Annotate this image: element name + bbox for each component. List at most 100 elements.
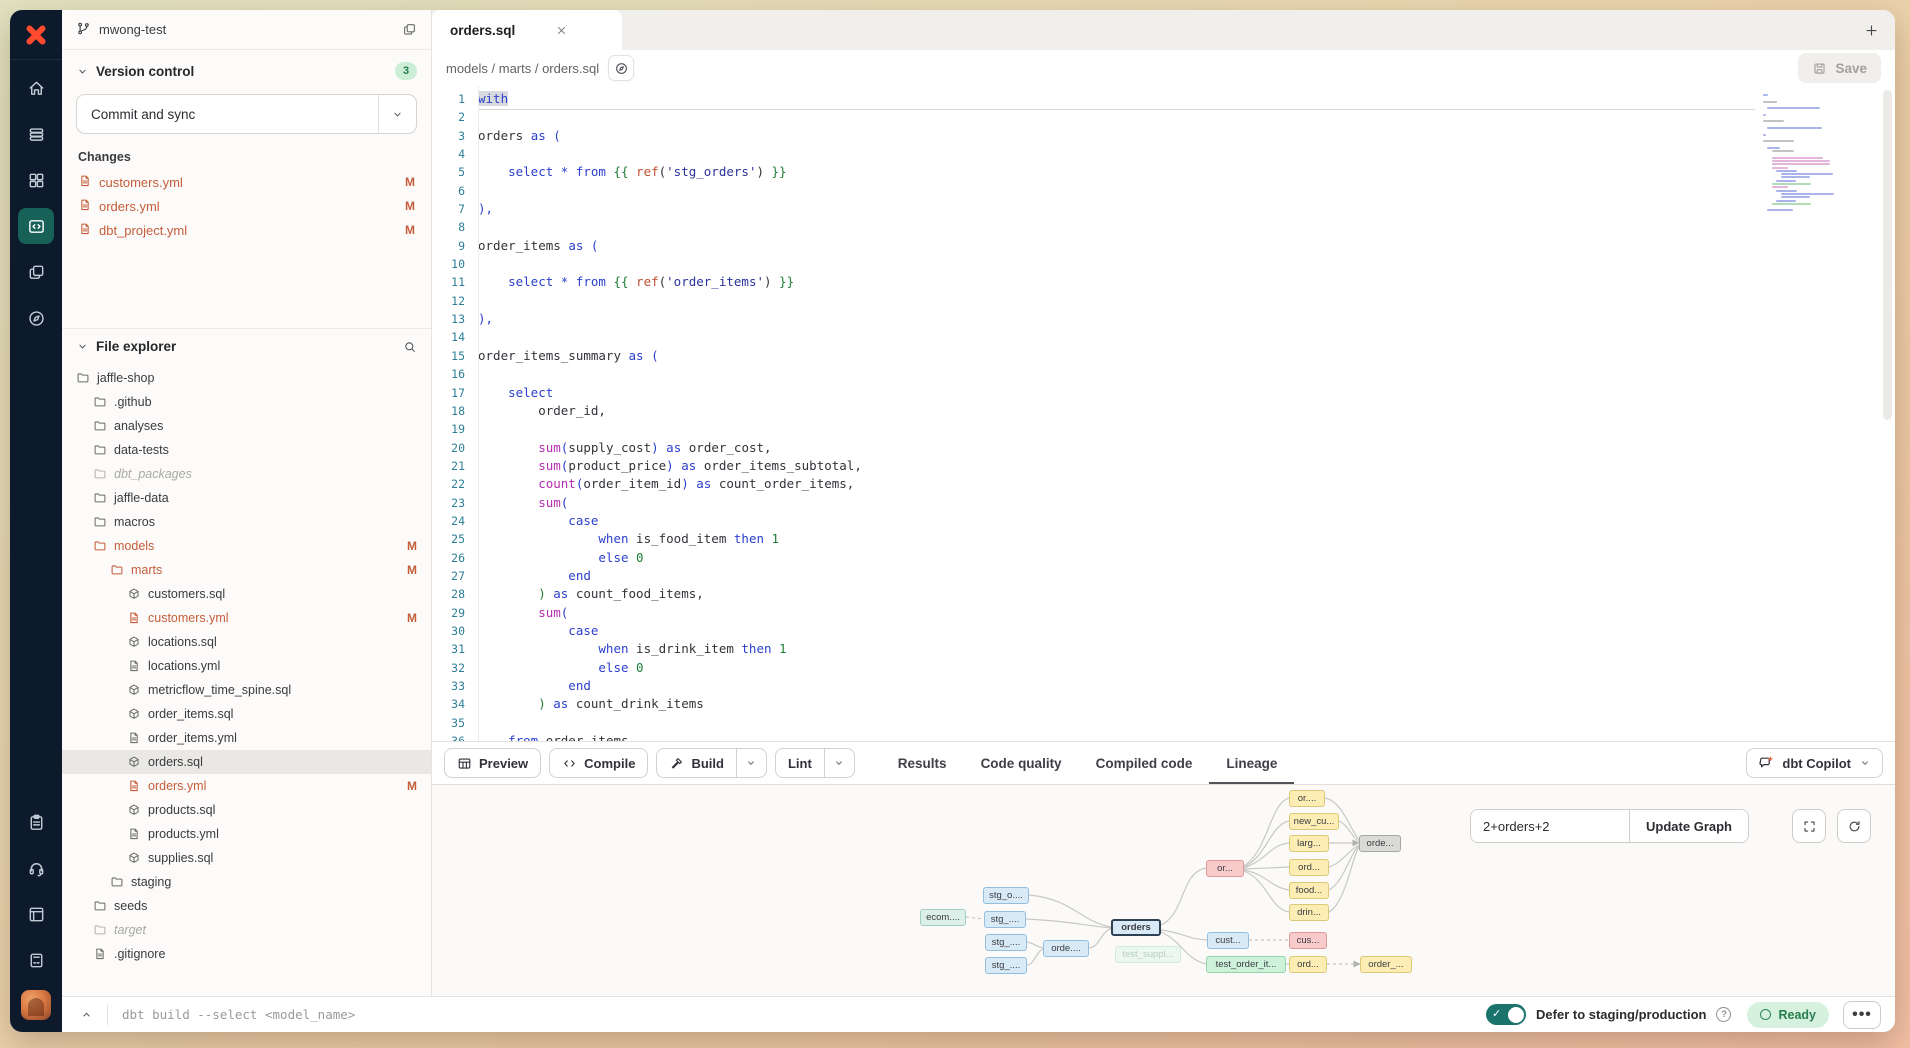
- tab-orders-sql[interactable]: orders.sql: [432, 10, 622, 50]
- lineage-node-orde-[interactable]: orde...: [1359, 835, 1401, 852]
- command-input[interactable]: dbt build --select <model_name>: [122, 1007, 1486, 1022]
- reader-icon[interactable]: [18, 942, 54, 978]
- file-tree-item-macros[interactable]: macros: [62, 510, 431, 534]
- commit-and-sync-select[interactable]: Commit and sync: [76, 94, 417, 134]
- file-tree-item-staging[interactable]: staging: [62, 870, 431, 894]
- new-tab-button[interactable]: [1864, 23, 1879, 38]
- build-button[interactable]: Build: [657, 749, 736, 777]
- file-tree-item-dbt-packages[interactable]: dbt_packages: [62, 462, 431, 486]
- line-number: 13: [432, 310, 478, 328]
- more-options-button[interactable]: •••: [1843, 1001, 1881, 1029]
- file-explorer-header[interactable]: File explorer: [62, 329, 431, 362]
- dbt-copilot-button[interactable]: dbt Copilot: [1746, 748, 1883, 778]
- file-tree-item-analyses[interactable]: analyses: [62, 414, 431, 438]
- lineage-filter-input[interactable]: [1471, 810, 1629, 842]
- lineage-node-ecom-[interactable]: ecom....: [920, 909, 966, 926]
- lineage-node-or-[interactable]: or...: [1206, 860, 1244, 877]
- branch-row[interactable]: mwong-test: [62, 10, 431, 50]
- refresh-graph-button[interactable]: [1837, 809, 1871, 843]
- deploy-stack-icon[interactable]: [18, 116, 54, 152]
- tab-compiled-code[interactable]: Compiled code: [1079, 742, 1210, 785]
- tab-results[interactable]: Results: [881, 742, 964, 785]
- changed-file-row[interactable]: orders.yml M: [62, 194, 431, 218]
- build-button-dropdown[interactable]: [736, 749, 766, 777]
- close-icon[interactable]: [555, 24, 568, 37]
- file-tree-item-locations-yml[interactable]: locations.yml: [62, 654, 431, 678]
- lint-button[interactable]: Lint: [776, 749, 824, 777]
- lint-button-dropdown[interactable]: [824, 749, 854, 777]
- defer-toggle[interactable]: ✓: [1486, 1004, 1526, 1025]
- lineage-node-drin-[interactable]: drin...: [1289, 904, 1329, 921]
- lineage-node-ord-[interactable]: ord...: [1289, 859, 1329, 876]
- commit-dropdown-chevron[interactable]: [378, 95, 416, 133]
- lineage-node-test-suppl-[interactable]: test_suppl...: [1115, 946, 1181, 963]
- lineage-node-stg-o-[interactable]: stg_o....: [983, 887, 1029, 904]
- lineage-node-stg-[interactable]: stg_....: [985, 934, 1027, 951]
- fullscreen-button[interactable]: [1792, 809, 1826, 843]
- file-tree-item-target[interactable]: target: [62, 918, 431, 942]
- file-tree-item--gitignore[interactable]: .gitignore: [62, 942, 431, 966]
- file-tree-item-products-yml[interactable]: products.yml: [62, 822, 431, 846]
- file-tree-item-supplies-sql[interactable]: supplies.sql: [62, 846, 431, 870]
- lineage-node-stg-[interactable]: stg_....: [985, 957, 1027, 974]
- collapse-panel-chevron[interactable]: [80, 1008, 93, 1021]
- code-editor-icon[interactable]: [18, 208, 54, 244]
- code-line: 21 sum(product_price) as order_items_sub…: [432, 457, 1895, 475]
- file-tree-item-metricflow-time-spine-sql[interactable]: metricflow_time_spine.sql: [62, 678, 431, 702]
- file-tree-item-seeds[interactable]: seeds: [62, 894, 431, 918]
- file-tree-item-models[interactable]: modelsM: [62, 534, 431, 558]
- lineage-node-orde-[interactable]: orde....: [1043, 940, 1089, 957]
- lineage-node-orders[interactable]: orders: [1111, 919, 1161, 936]
- lineage-node-cust-[interactable]: cust...: [1207, 932, 1249, 949]
- update-graph-button[interactable]: Update Graph: [1629, 810, 1748, 842]
- apps-grid-icon[interactable]: [18, 162, 54, 198]
- lineage-node-larg-[interactable]: larg...: [1289, 835, 1329, 852]
- file-tree-item-marts[interactable]: martsM: [62, 558, 431, 582]
- tab-code-quality[interactable]: Code quality: [964, 742, 1079, 785]
- file-tree-item-jaffle-shop[interactable]: jaffle-shop: [62, 366, 431, 390]
- lineage-node-cus-[interactable]: cus...: [1289, 932, 1327, 949]
- lineage-node-test-order-it-[interactable]: test_order_it...: [1206, 956, 1286, 973]
- file-tree-item--github[interactable]: .github: [62, 390, 431, 414]
- lineage-node-stg-[interactable]: stg_....: [984, 911, 1026, 928]
- editor-scrollbar[interactable]: [1883, 90, 1892, 420]
- home-icon[interactable]: [18, 70, 54, 106]
- clipboard-icon[interactable]: [18, 804, 54, 840]
- file-tree-item-order-items-yml[interactable]: order_items.yml: [62, 726, 431, 750]
- help-icon[interactable]: ?: [1716, 1007, 1731, 1022]
- lineage-node-new-cu-[interactable]: new_cu...: [1289, 813, 1339, 830]
- lineage-node-or-[interactable]: or....: [1289, 790, 1325, 807]
- file-tree-item-order-items-sql[interactable]: order_items.sql: [62, 702, 431, 726]
- changed-file-row[interactable]: dbt_project.yml M: [62, 218, 431, 242]
- line-number: 25: [432, 530, 478, 548]
- file-tree-item-orders-yml[interactable]: orders.ymlM: [62, 774, 431, 798]
- file-tree-item-customers-yml[interactable]: customers.ymlM: [62, 606, 431, 630]
- preview-button[interactable]: Preview: [444, 748, 541, 778]
- compile-button[interactable]: Compile: [549, 748, 648, 778]
- version-control-header[interactable]: Version control 3: [62, 50, 431, 88]
- open-lineage-icon[interactable]: [608, 55, 634, 81]
- code-line: 12: [432, 292, 1895, 310]
- lineage-node-order-[interactable]: order_...: [1360, 956, 1412, 973]
- user-avatar[interactable]: [21, 990, 51, 1020]
- tab-lineage[interactable]: Lineage: [1209, 742, 1294, 785]
- file-tree-item-products-sql[interactable]: products.sql: [62, 798, 431, 822]
- notebook-icon[interactable]: [18, 896, 54, 932]
- file-tree-item-jaffle-data[interactable]: jaffle-data: [62, 486, 431, 510]
- dbt-logo[interactable]: [10, 10, 62, 60]
- file-tree-item-data-tests[interactable]: data-tests: [62, 438, 431, 462]
- file-tree-item-locations-sql[interactable]: locations.sql: [62, 630, 431, 654]
- lineage-node-ord-[interactable]: ord...: [1289, 956, 1327, 973]
- editor-minimap[interactable]: [1763, 94, 1825, 216]
- duplicate-icon[interactable]: [402, 22, 417, 37]
- save-button[interactable]: Save: [1798, 53, 1881, 83]
- file-tree-item-customers-sql[interactable]: customers.sql: [62, 582, 431, 606]
- code-editor[interactable]: 1with23orders as (45 select * from {{ re…: [432, 86, 1895, 741]
- file-tree-item-orders-sql[interactable]: orders.sql: [62, 750, 431, 774]
- search-icon[interactable]: [403, 340, 417, 354]
- lineage-node-food-[interactable]: food...: [1289, 882, 1329, 899]
- changed-file-row[interactable]: customers.yml M: [62, 170, 431, 194]
- headset-icon[interactable]: [18, 850, 54, 886]
- windows-copy-icon[interactable]: [18, 254, 54, 290]
- compass-icon[interactable]: [18, 300, 54, 336]
